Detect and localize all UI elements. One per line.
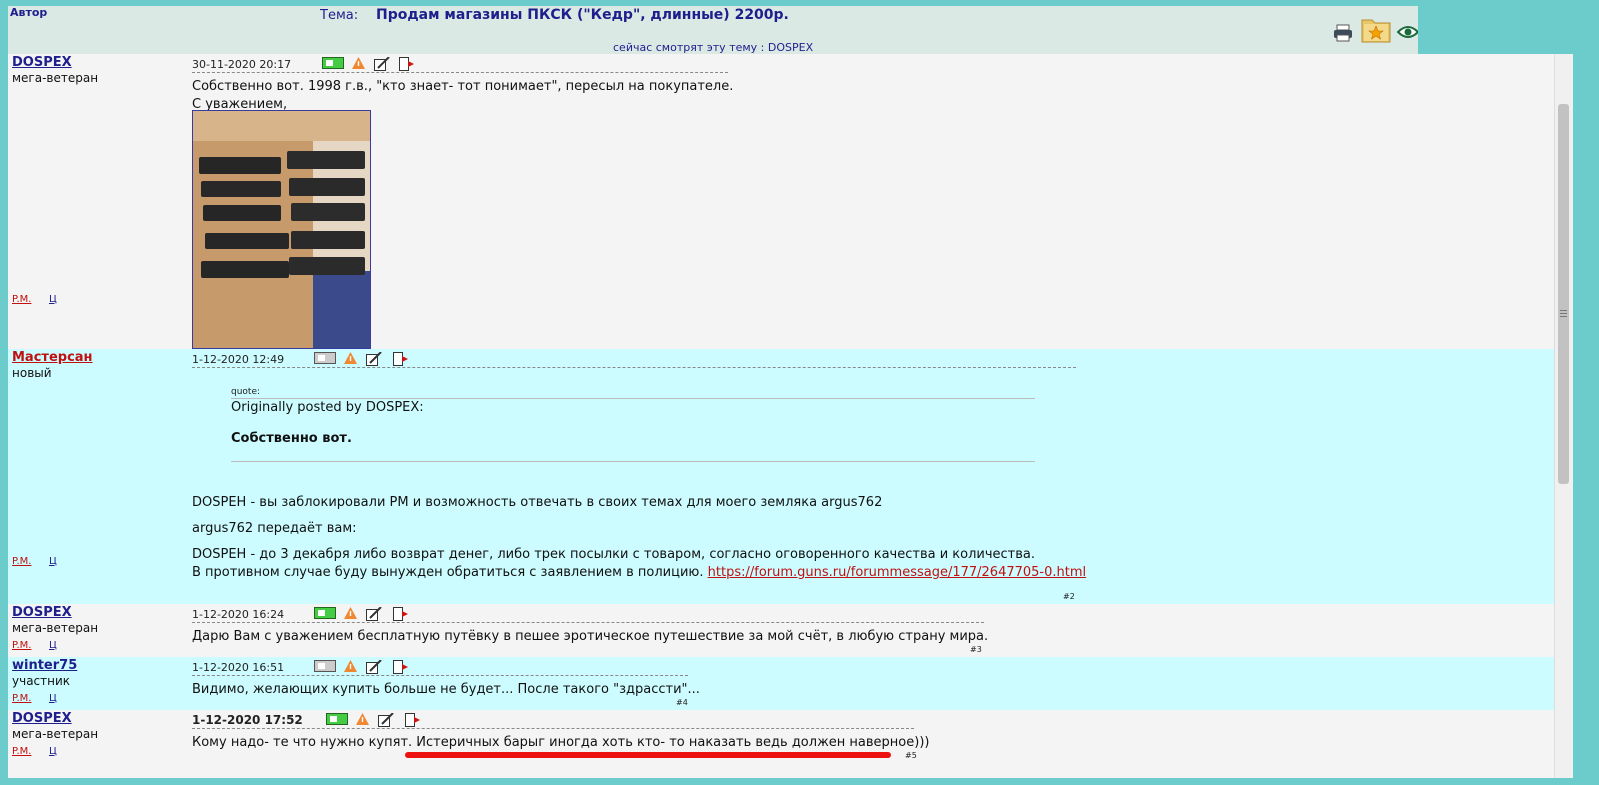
watching-users: DOSPEX <box>767 41 814 54</box>
pm-link[interactable]: P.M. <box>12 746 31 757</box>
post-line-text: В противном случае буду вынужден обратит… <box>192 565 704 580</box>
post-date: 1-12-2020 12:49 <box>192 353 285 366</box>
post-meta: 1-12-2020 16:51 <box>192 659 688 676</box>
post-photo[interactable] <box>192 110 371 349</box>
warning-icon[interactable] <box>356 713 369 729</box>
post-3: DOSPEX мега-ветеран P.M. Ц 1-12-2020 16:… <box>8 604 1554 657</box>
watch-eye-icon[interactable] <box>1396 24 1420 44</box>
post-meta: 1-12-2020 12:49 <box>192 351 1076 368</box>
post-date: 30-11-2020 20:17 <box>192 58 292 71</box>
thread-header: Автор Тема: Продам магазины ПКСК ("Кедр"… <box>8 6 1573 54</box>
post-1: DOSPEX мега-ветеран P.M. Ц 30-11-2020 20… <box>8 54 1554 349</box>
post-date: 1-12-2020 16:24 <box>192 608 285 621</box>
post-author-rank: участник <box>12 674 71 688</box>
post-author-rank: мега-ветеран <box>12 727 99 741</box>
post-line: В противном случае буду вынужден обратит… <box>192 564 1086 582</box>
warning-icon[interactable] <box>344 660 357 676</box>
pm-link[interactable]: P.M. <box>12 693 31 704</box>
thread-title: Продам магазины ПКСК ("Кедр", длинные) 2… <box>376 7 789 23</box>
warning-icon[interactable] <box>352 57 365 73</box>
post-body: Дарю Вам с уважением бесплатную путёвку … <box>192 628 988 646</box>
edit-green-icon[interactable] <box>322 57 344 73</box>
pm-link[interactable]: P.M. <box>12 556 31 567</box>
post-body: Кому надо- те что нужно купят. Истеричны… <box>192 734 929 752</box>
post-date: 1-12-2020 17:52 <box>192 713 303 727</box>
pm-link[interactable]: P.M. <box>12 294 31 305</box>
post-number: #3 <box>970 645 982 654</box>
quote-block: quote: Originally posted by DOSPEX: Собс… <box>231 387 1035 467</box>
post-meta: 30-11-2020 20:17 <box>192 56 728 73</box>
post-line: Видимо, желающих купить больше не будет.… <box>192 682 700 697</box>
quote-author: Originally posted by DOSPEX: <box>231 400 424 415</box>
post-body: Видимо, желающих купить больше не будет.… <box>192 681 700 699</box>
post-2: Мастерсан новый P.M. Ц 1-12-2020 12:49 q… <box>8 349 1554 604</box>
c-link[interactable]: Ц <box>49 693 57 704</box>
topic-label: Тема: <box>320 8 359 23</box>
post-author-rank: новый <box>12 366 52 380</box>
red-highlight-underline <box>405 752 891 758</box>
post-author[interactable]: DOSPEX <box>12 711 72 726</box>
warning-icon[interactable] <box>344 352 357 368</box>
post-author[interactable]: Мастерсан <box>12 350 93 365</box>
watching-label: сейчас смотрят эту тему <box>613 41 758 54</box>
c-link[interactable]: Ц <box>49 640 57 651</box>
post-author[interactable]: winter75 <box>12 658 77 673</box>
scrollbar-grip-icon <box>1560 310 1567 311</box>
edit-green-icon[interactable] <box>314 607 336 623</box>
post-date: 1-12-2020 16:51 <box>192 661 285 674</box>
post-number: #4 <box>676 698 688 707</box>
post-line: Собственно вот. 1998 г.в., "кто знает- т… <box>192 79 734 94</box>
edit-grey-icon[interactable] <box>314 352 336 368</box>
quote-text: Собственно вот. <box>231 431 352 446</box>
watching-now: сейчас смотрят эту тему : DOSPEX <box>613 41 814 54</box>
post-line: DOSPEH - вы заблокировали РМ и возможнос… <box>192 495 883 510</box>
post-body: Собственно вот. 1998 г.в., "кто знает- т… <box>192 78 733 114</box>
post-author-rank: мега-ветеран <box>12 621 99 635</box>
post-5: DOSPEX мега-ветеран P.M. Ц 1-12-2020 17:… <box>8 710 1554 778</box>
post-line: argus762 передаёт вам: <box>192 521 357 536</box>
author-column-header: Автор <box>10 6 48 19</box>
printer-icon[interactable] <box>1333 24 1353 46</box>
post-line: Дарю Вам с уважением бесплатную путёвку … <box>192 629 989 644</box>
post-line: Кому надо- те что нужно купят. Истеричны… <box>192 735 930 750</box>
scrollbar-thumb[interactable] <box>1558 104 1569 484</box>
vertical-scrollbar[interactable] <box>1554 54 1573 778</box>
post-4: winter75 участник P.M. Ц 1-12-2020 16:51… <box>8 657 1554 710</box>
post-author[interactable]: DOSPEX <box>12 55 72 70</box>
edit-grey-icon[interactable] <box>314 660 336 676</box>
post-meta: 1-12-2020 17:52 <box>192 712 914 729</box>
post-number: #5 <box>905 751 917 760</box>
post-number: #2 <box>1063 592 1075 601</box>
forum-thread-frame: Автор Тема: Продам магазины ПКСК ("Кедр"… <box>8 6 1573 778</box>
c-link[interactable]: Ц <box>49 294 57 305</box>
pm-link[interactable]: P.M. <box>12 640 31 651</box>
post-author-rank: мега-ветеран <box>12 71 99 85</box>
quote-label: quote: <box>231 387 261 397</box>
favorite-folder-icon[interactable] <box>1360 14 1392 48</box>
post-author[interactable]: DOSPEX <box>12 605 72 620</box>
post-meta: 1-12-2020 16:24 <box>192 606 984 623</box>
post-line: DOSPEH - до 3 декабря либо возврат денег… <box>192 547 1036 562</box>
warning-icon[interactable] <box>344 607 357 623</box>
police-report-link[interactable]: https://forum.guns.ru/forummessage/177/2… <box>708 565 1087 580</box>
c-link[interactable]: Ц <box>49 556 57 567</box>
c-link[interactable]: Ц <box>49 746 57 757</box>
edit-green-icon[interactable] <box>326 713 348 729</box>
post-body: DOSPEH - вы заблокировали РМ и возможнос… <box>192 494 1086 582</box>
